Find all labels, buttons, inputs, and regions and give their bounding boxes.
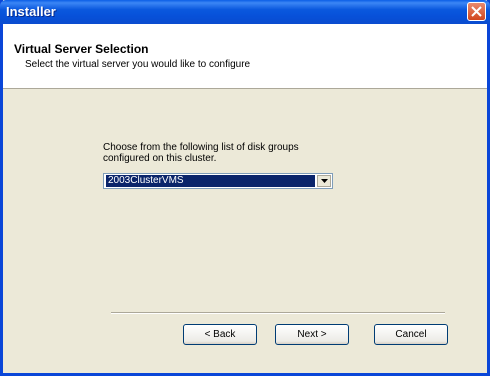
window-title: Installer (6, 4, 56, 19)
page-subtitle: Select the virtual server you would like… (25, 59, 251, 70)
prompt-line-2: configured on this cluster. (103, 153, 217, 164)
disk-group-prompt: Choose from the following list of disk g… (103, 142, 323, 164)
title-bar: Installer (0, 0, 490, 24)
installer-window: Installer Virtual Server Selection Selec… (0, 0, 490, 376)
disk-group-dropdown[interactable]: 2003ClusterVMS (103, 173, 333, 189)
dropdown-selected-value: 2003ClusterVMS (106, 175, 315, 187)
cancel-button[interactable]: Cancel (374, 324, 448, 345)
prompt-line-1: Choose from the following list of disk g… (103, 142, 299, 153)
button-separator (111, 312, 445, 314)
back-button[interactable]: < Back (183, 324, 257, 345)
next-button[interactable]: Next > (275, 324, 349, 345)
close-icon (471, 6, 482, 17)
page-title: Virtual Server Selection (14, 42, 149, 56)
close-button[interactable] (467, 2, 486, 21)
chevron-down-icon (321, 179, 328, 183)
dropdown-arrow-button[interactable] (317, 175, 331, 187)
wizard-header: Virtual Server Selection Select the virt… (3, 24, 487, 89)
